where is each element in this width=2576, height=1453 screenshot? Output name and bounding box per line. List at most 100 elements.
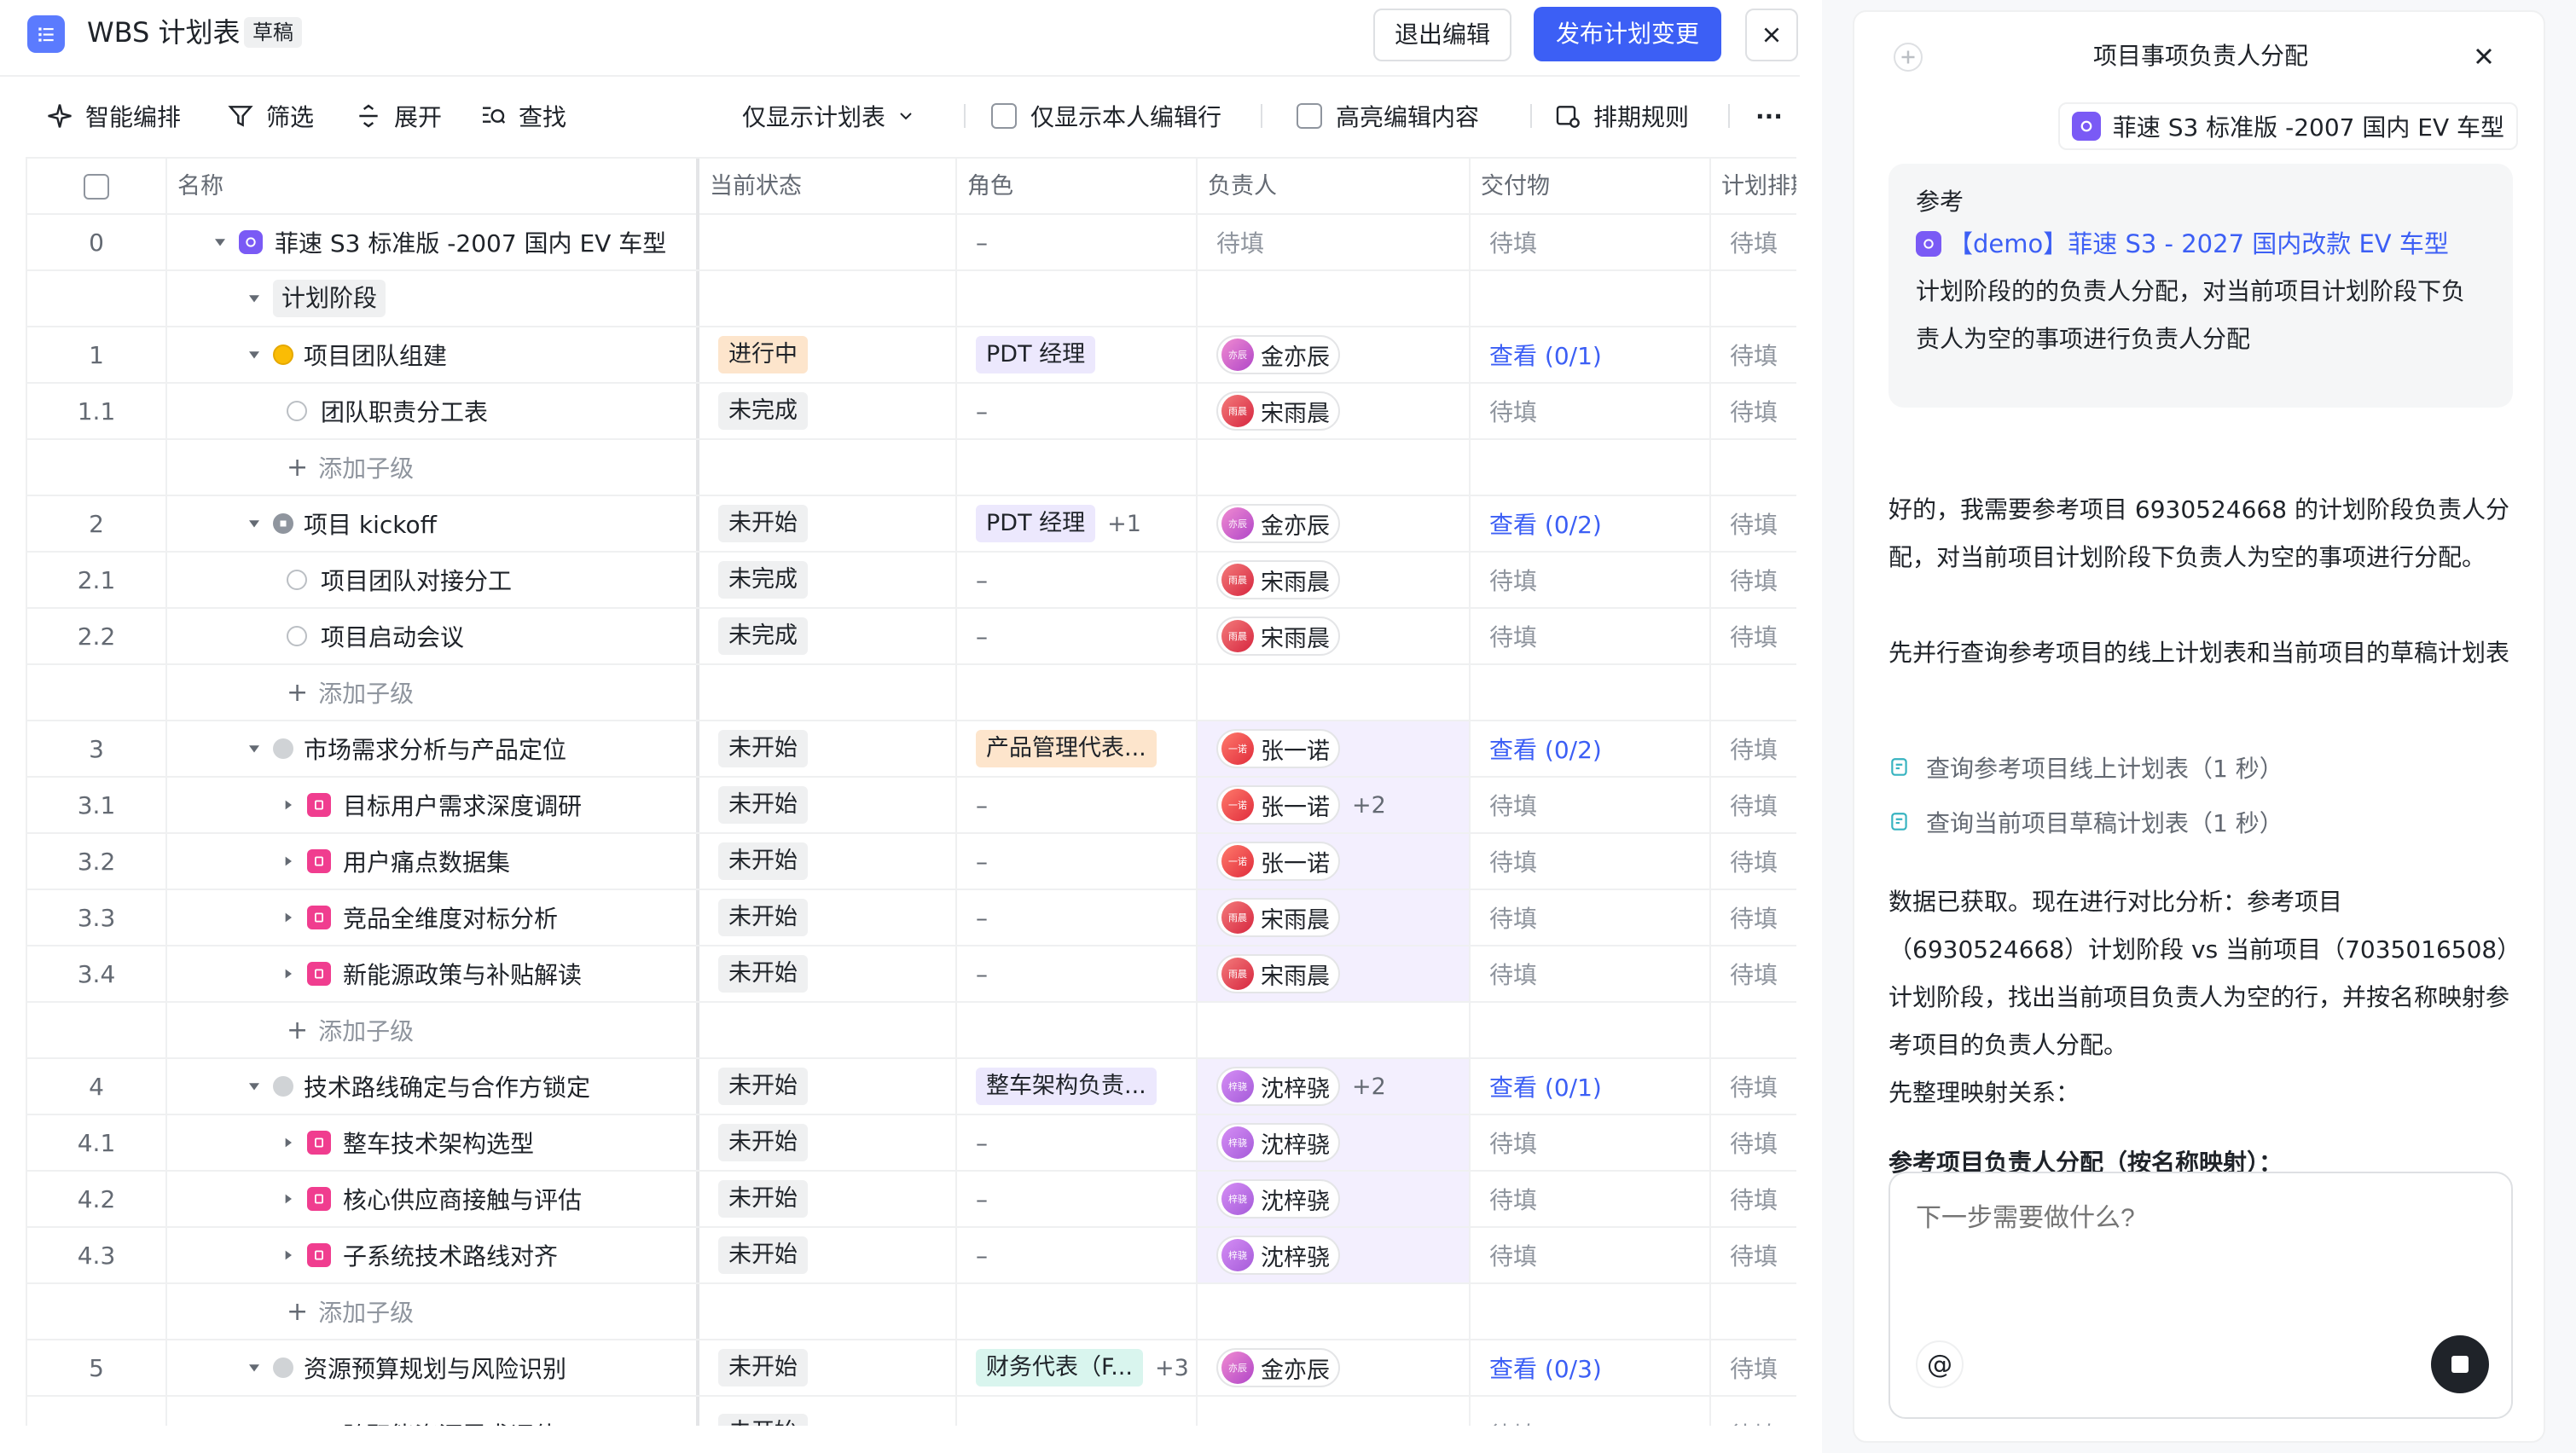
status-cell[interactable]: 未开始 [699,834,957,889]
role-cell[interactable]: PDT 经理 +1 [957,496,1198,551]
name-cell[interactable]: 子系统技术路线对齐 [167,1228,699,1282]
deliverable-link[interactable]: 查看 (0/3) [1471,1340,1711,1395]
owner-cell[interactable]: 一诺 张一诺 +2 [1198,778,1471,832]
caret-right-icon[interactable] [278,795,299,815]
name-cell[interactable]: 目标用户需求深度调研 [167,778,699,832]
name-cell[interactable]: 项目启动会议 [167,609,699,663]
schedule-rules-button[interactable]: 排期规则 [1554,90,1689,142]
add-child-button[interactable]: + 添加子级 [167,665,699,720]
status-cell[interactable]: 进行中 [699,327,957,382]
owner-cell[interactable]: 梓骁 沈梓骁 [1198,1115,1471,1170]
name-cell[interactable]: 新能源政策与补贴解读 [167,946,699,1001]
caret-right-icon[interactable] [278,1189,299,1209]
status-cell[interactable]: 未完成 [699,553,957,607]
caret-down-icon[interactable] [244,1076,264,1097]
person-chip[interactable]: 一诺 张一诺 [1216,729,1340,768]
chat-input[interactable] [1916,1204,2428,1233]
role-cell[interactable]: PDT 经理 [957,327,1198,382]
role-cell[interactable]: – [957,609,1198,663]
deliverable-cell[interactable]: 待填 [1471,890,1711,945]
person-chip[interactable]: 梓骁 沈梓骁 [1216,1236,1340,1275]
select-all-checkbox[interactable] [84,174,109,200]
status-cell[interactable]: 未开始 [699,1059,957,1114]
schedule-cell[interactable]: 待填 [1711,496,1796,551]
schedule-cell[interactable]: 待填 [1711,327,1796,382]
table-row[interactable]: 3.4 新能源政策与补贴解读 未开始 – 雨晨 宋雨晨 待填 待填 [27,946,1796,1003]
caret-down-icon[interactable] [244,513,264,534]
tool-call-item[interactable]: 查询参考项目线上计划表（1 秒） [1888,744,2283,791]
col-status[interactable]: 当前状态 [699,159,957,215]
highlight-check[interactable] [1297,103,1322,129]
incomplete-circle-icon[interactable] [287,401,307,421]
incomplete-circle-icon[interactable] [287,626,307,646]
deliverable-link[interactable]: 查看 (0/2) [1471,721,1711,776]
col-deliverable[interactable]: 交付物 [1471,159,1711,215]
deliverable-cell[interactable]: 待填 [1471,215,1711,269]
filter-button[interactable]: 筛选 [227,90,314,142]
owner-cell[interactable]: 亦辰 金亦辰 [1198,496,1471,551]
person-chip[interactable]: 一诺 张一诺 [1216,785,1340,825]
deliverable-cell[interactable]: 待填 [1471,834,1711,889]
name-cell[interactable]: 用户痛点数据集 [167,834,699,889]
role-cell[interactable]: 产品管理代表... [957,721,1198,776]
name-cell[interactable]: 市场需求分析与产品定位 [167,721,699,776]
status-cell[interactable]: 未开始 [699,1397,957,1426]
caret-down-icon[interactable] [244,1357,264,1378]
add-child-button[interactable]: + 添加子级 [167,440,699,495]
schedule-cell[interactable]: 待填 [1711,1340,1796,1395]
schedule-cell[interactable]: 待填 [1711,1059,1796,1114]
name-cell[interactable]: 跨职能资源需求评估 [167,1397,699,1426]
caret-right-icon[interactable] [278,1245,299,1265]
owner-cell[interactable]: 雨晨 宋雨晨 [1198,553,1471,607]
expand-button[interactable]: 展开 [355,90,442,142]
table-row[interactable]: 3 市场需求分析与产品定位 未开始 产品管理代表... 一诺 张一诺 查看 (0/… [27,721,1796,778]
owner-cell[interactable]: 梓骁 沈梓骁 +2 [1198,1059,1471,1114]
close-button[interactable] [1745,9,1798,61]
publish-changes-button[interactable]: 发布计划变更 [1534,7,1721,61]
deliverable-cell[interactable]: 待填 [1471,778,1711,832]
status-cell[interactable]: 未开始 [699,1228,957,1282]
only-mine-checkbox[interactable]: 仅显示本人编辑行 [991,90,1221,142]
owner-cell[interactable]: 亦辰 金亦辰 [1198,327,1471,382]
schedule-cell[interactable]: 待填 [1711,1228,1796,1282]
table-row[interactable]: 1 项目团队组建 进行中 PDT 经理 亦辰 金亦辰 查看 (0/1) 待填 [27,327,1796,384]
col-name[interactable]: 名称 [167,159,699,215]
status-cell[interactable] [699,215,957,269]
person-chip[interactable]: 雨晨 宋雨晨 [1216,391,1340,431]
name-cell[interactable]: 资源预算规划与风险识别 [167,1340,699,1395]
schedule-cell[interactable]: 待填 [1711,778,1796,832]
status-cell[interactable]: 未完成 [699,609,957,663]
schedule-cell[interactable]: 待填 [1711,1172,1796,1226]
view-select[interactable]: 仅显示计划表 [742,90,916,142]
mention-button[interactable]: @ [1916,1340,1964,1388]
role-cell[interactable] [957,1397,1198,1426]
status-cell[interactable]: 未开始 [699,721,957,776]
deliverable-cell[interactable]: 待填 [1471,1172,1711,1226]
schedule-cell[interactable]: 待填 [1711,609,1796,663]
name-cell[interactable]: 计划阶段 [167,271,699,326]
table-row[interactable]: 2.2 项目启动会议 未完成 – 雨晨 宋雨晨 待填 待填 [27,609,1796,665]
name-cell[interactable]: 竞品全维度对标分析 [167,890,699,945]
table-row[interactable]: 5.1 跨职能资源需求评估 未开始 待填 待填 [27,1397,1796,1426]
person-chip[interactable]: 一诺 张一诺 [1216,842,1340,881]
deliverable-cell[interactable]: 待填 [1471,1228,1711,1282]
caret-right-icon[interactable] [278,964,299,984]
project-chip[interactable]: 菲速 S3 标准版 -2007 国内 EV 车型 [2057,102,2518,150]
owner-cell[interactable]: 一诺 张一诺 [1198,721,1471,776]
owner-cell[interactable]: 亦辰 金亦辰 [1198,1340,1471,1395]
person-chip[interactable]: 雨晨 宋雨晨 [1216,617,1340,656]
schedule-cell[interactable]: 待填 [1711,946,1796,1001]
owner-cell[interactable]: 雨晨 宋雨晨 [1198,946,1471,1001]
table-row[interactable]: 4 技术路线确定与合作方锁定 未开始 整车架构负责... 梓骁 沈梓骁 +2 查看 … [27,1059,1796,1115]
name-cell[interactable]: 项目团队对接分工 [167,553,699,607]
deliverable-cell[interactable]: 待填 [1471,384,1711,438]
role-cell[interactable]: – [957,1115,1198,1170]
owner-cell[interactable]: 雨晨 宋雨晨 [1198,890,1471,945]
smart-arrange-button[interactable]: 智能编排 [46,90,181,142]
role-cell[interactable]: – [957,215,1198,269]
role-cell[interactable]: – [957,1172,1198,1226]
find-button[interactable]: 查找 [479,90,566,142]
caret-down-icon[interactable] [244,288,264,309]
table-row[interactable]: 4.1 整车技术架构选型 未开始 – 梓骁 沈梓骁 待填 待填 [27,1115,1796,1172]
person-chip[interactable]: 亦辰 金亦辰 [1216,1348,1340,1387]
